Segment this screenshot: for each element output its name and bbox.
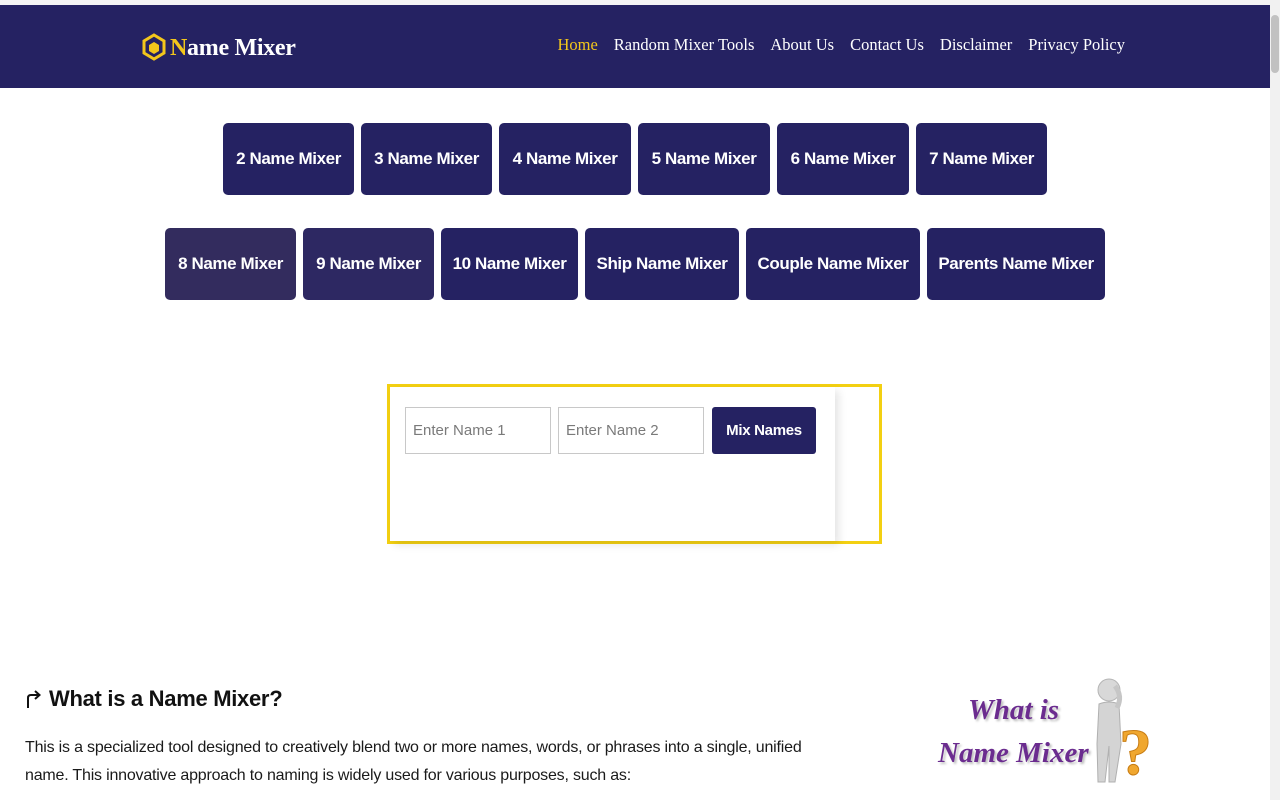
mixer-box: Mix Names bbox=[387, 384, 882, 544]
tool-button-ship-name-mixer[interactable]: Ship Name Mixer bbox=[585, 228, 739, 300]
tool-button-9-name-mixer[interactable]: 9 Name Mixer bbox=[303, 228, 434, 300]
article-heading: What is a Name Mixer? bbox=[25, 686, 283, 712]
tool-button-5-name-mixer[interactable]: 5 Name Mixer bbox=[638, 123, 770, 195]
question-mark: ? bbox=[1119, 716, 1152, 786]
nav-contact-us[interactable]: Contact Us bbox=[850, 35, 924, 55]
main-nav: Home Random Mixer Tools About Us Contact… bbox=[557, 35, 1125, 55]
logo-text: Name Mixer bbox=[170, 35, 296, 62]
tool-buttons-row-2: 8 Name Mixer 9 Name Mixer 10 Name Mixer … bbox=[0, 228, 1270, 300]
tool-button-4-name-mixer[interactable]: 4 Name Mixer bbox=[499, 123, 631, 195]
tool-button-3-name-mixer[interactable]: 3 Name Mixer bbox=[361, 123, 492, 195]
nav-about-us[interactable]: About Us bbox=[770, 35, 834, 55]
tool-buttons-row-1: 2 Name Mixer 3 Name Mixer 4 Name Mixer 5… bbox=[0, 123, 1270, 195]
article-body: This is a specialized tool designed to c… bbox=[25, 739, 802, 784]
logo-text-rest: ame Mixer bbox=[187, 34, 296, 61]
tool-button-couple-name-mixer[interactable]: Couple Name Mixer bbox=[746, 228, 920, 300]
tool-button-2-name-mixer[interactable]: 2 Name Mixer bbox=[223, 123, 354, 195]
tool-button-8-name-mixer[interactable]: 8 Name Mixer bbox=[165, 228, 296, 300]
tool-button-10-name-mixer[interactable]: 10 Name Mixer bbox=[441, 228, 578, 300]
mixer-form: Mix Names bbox=[390, 387, 835, 541]
logo-text-initial: N bbox=[170, 34, 188, 61]
tool-button-6-name-mixer[interactable]: 6 Name Mixer bbox=[777, 123, 909, 195]
site-logo[interactable]: Name Mixer bbox=[142, 32, 296, 64]
name-1-input[interactable] bbox=[405, 407, 551, 454]
scrollbar-thumb[interactable] bbox=[1271, 15, 1279, 73]
mix-names-button[interactable]: Mix Names bbox=[712, 407, 816, 454]
page: Name Mixer Home Random Mixer Tools About… bbox=[0, 0, 1280, 800]
nav-random-mixer-tools[interactable]: Random Mixer Tools bbox=[614, 35, 755, 55]
what-is-name-mixer-illustration: ? What is Name Mixer bbox=[935, 672, 1165, 787]
thinking-figure-icon: ? bbox=[1096, 678, 1153, 786]
nav-disclaimer[interactable]: Disclaimer bbox=[940, 35, 1012, 55]
vertical-scrollbar[interactable] bbox=[1270, 0, 1280, 800]
article-title: What is a Name Mixer? bbox=[49, 686, 283, 711]
turn-right-arrow-icon bbox=[27, 690, 42, 708]
tool-button-7-name-mixer[interactable]: 7 Name Mixer bbox=[916, 123, 1047, 195]
illustration-line-1: What is bbox=[968, 694, 1060, 726]
name-2-input[interactable] bbox=[558, 407, 704, 454]
tool-button-parents-name-mixer[interactable]: Parents Name Mixer bbox=[927, 228, 1105, 300]
nav-home[interactable]: Home bbox=[557, 35, 597, 55]
illustration-line-2: Name Mixer bbox=[938, 737, 1089, 769]
nav-privacy-policy[interactable]: Privacy Policy bbox=[1028, 35, 1125, 55]
logo-mark-icon bbox=[142, 33, 166, 61]
site-header: Name Mixer Home Random Mixer Tools About… bbox=[0, 5, 1270, 88]
